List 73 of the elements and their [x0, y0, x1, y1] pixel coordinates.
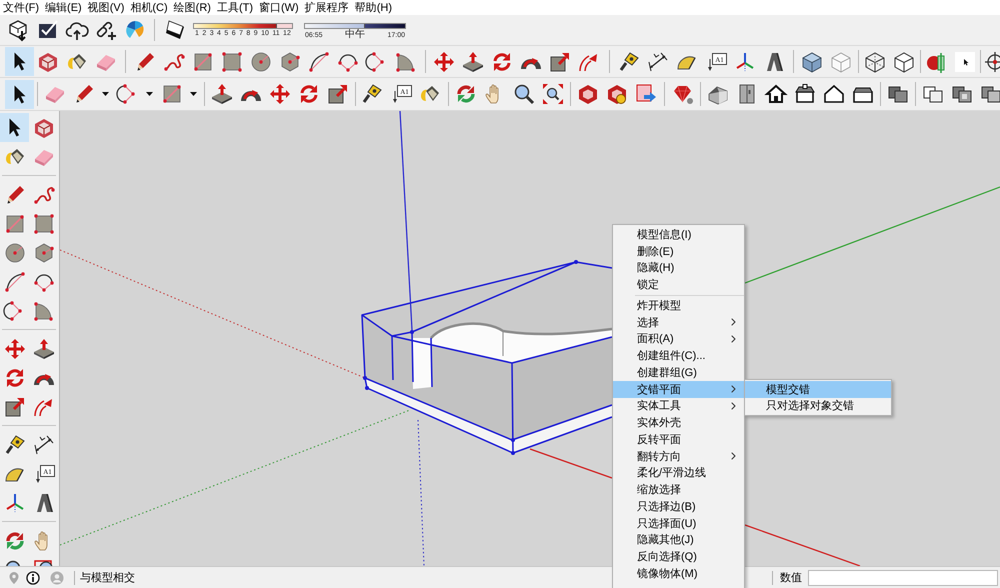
house-outline-icon[interactable]	[764, 82, 788, 106]
arc-icon[interactable]	[307, 50, 331, 74]
info-icon[interactable]	[26, 570, 40, 584]
status-message: 与模型相交	[80, 570, 135, 585]
extension-box-icon[interactable]	[605, 82, 629, 106]
menu-item[interactable]: 创建组件(C)...	[613, 347, 744, 364]
tape-measure-icon[interactable]	[360, 82, 384, 106]
cursor-square-icon[interactable]	[953, 50, 977, 74]
menu-bar-item[interactable]: 绘图(R)	[170, 0, 214, 14]
menu-item[interactable]: 模型信息(I)	[613, 226, 744, 243]
outline-cube-icon[interactable]	[892, 50, 916, 74]
menu-item[interactable]: 面积(A)	[613, 330, 744, 348]
push-pull-icon[interactable]	[210, 82, 234, 106]
menu-item[interactable]: 只对选择对象交错	[745, 398, 891, 414]
shaded-cube-icon[interactable]	[800, 50, 824, 74]
caret-icon[interactable]	[146, 92, 152, 96]
menu-bar-item[interactable]: 相机(C)	[127, 0, 171, 14]
warehouse-icon[interactable]	[576, 82, 600, 106]
arrow-cursor-icon[interactable]	[4, 80, 34, 108]
circle-icon[interactable]	[2, 240, 26, 264]
scale-icon[interactable]	[326, 82, 350, 106]
move-arrows-icon[interactable]	[268, 82, 292, 106]
wireframe-cube-icon[interactable]	[863, 50, 887, 74]
date-slider[interactable]	[193, 23, 293, 29]
measurements-field[interactable]	[808, 570, 998, 586]
menu-item[interactable]: 炸开模型	[613, 297, 744, 314]
menu-item[interactable]: 缩放选择	[613, 481, 744, 498]
zoom-extents-icon[interactable]	[541, 82, 565, 106]
menu-item[interactable]: 隐藏其他(J)	[613, 532, 744, 548]
arrow-cursor-icon[interactable]	[4, 47, 34, 76]
square-points-icon[interactable]	[32, 212, 56, 236]
time-slider[interactable]	[304, 23, 406, 29]
menu-bar-item[interactable]: 窗口(W)	[256, 0, 302, 14]
house-outline-icon[interactable]	[793, 82, 817, 106]
arc-icon[interactable]	[2, 270, 26, 294]
menu-bar-item[interactable]: 扩展程序	[302, 0, 352, 14]
menu-item[interactable]: 隐藏(H)	[613, 260, 744, 276]
magnifier-icon[interactable]	[512, 82, 536, 106]
menu-item[interactable]: 镜像物体(M)	[613, 565, 744, 582]
menu-item[interactable]: 创建群组(G)	[613, 364, 744, 381]
menu-item[interactable]: 模型交错	[745, 380, 891, 398]
caret-icon[interactable]	[102, 92, 108, 96]
menu-item[interactable]: 翻转方向	[613, 448, 744, 464]
menu-item[interactable]: 删除(E)	[613, 242, 744, 260]
menu-item[interactable]: 实体外壳	[613, 414, 744, 431]
menu-item[interactable]: 反向选择(Q)	[613, 548, 744, 565]
menu-bar-item[interactable]: 工具(T)	[214, 0, 256, 14]
menu-bar-item[interactable]: 文件(F)	[0, 0, 42, 14]
menu-item[interactable]: 交错平面	[613, 380, 744, 398]
tape-measure-icon[interactable]	[617, 50, 641, 74]
square-points-icon[interactable]	[220, 50, 244, 74]
menu-item[interactable]: 锁定	[613, 276, 744, 293]
menu-bar-item[interactable]: 编辑(E)	[42, 0, 85, 14]
transparent-cube-icon[interactable]	[829, 50, 853, 74]
house-outline-icon[interactable]	[822, 82, 846, 106]
menu-item[interactable]: 只选择面(U)	[613, 514, 744, 532]
menu-item[interactable]: 只选择边(B)	[613, 498, 744, 515]
menu-item[interactable]: 反转平面	[613, 431, 744, 448]
arrow-cursor-icon[interactable]	[0, 113, 29, 142]
menu-item[interactable]: 实体工具	[613, 398, 744, 414]
crosshair-icon[interactable]	[983, 50, 1000, 74]
menu-item[interactable]: 柔化/平滑边线	[613, 464, 744, 482]
time-label: 中午	[345, 29, 365, 40]
push-pull-icon[interactable]	[32, 336, 56, 360]
move-arrows-icon[interactable]	[2, 336, 26, 360]
push-pull-icon[interactable]	[461, 50, 485, 74]
circle-icon[interactable]	[249, 50, 273, 74]
measurements-label: 数值	[780, 571, 802, 585]
caret-icon[interactable]	[190, 92, 196, 96]
move-arrows-icon[interactable]	[432, 50, 456, 74]
menu-item[interactable]: 选择	[613, 314, 744, 330]
menu-bar-item[interactable]: 视图(V)	[84, 0, 128, 14]
menu-bar-item[interactable]: 帮助(H)	[352, 0, 395, 14]
